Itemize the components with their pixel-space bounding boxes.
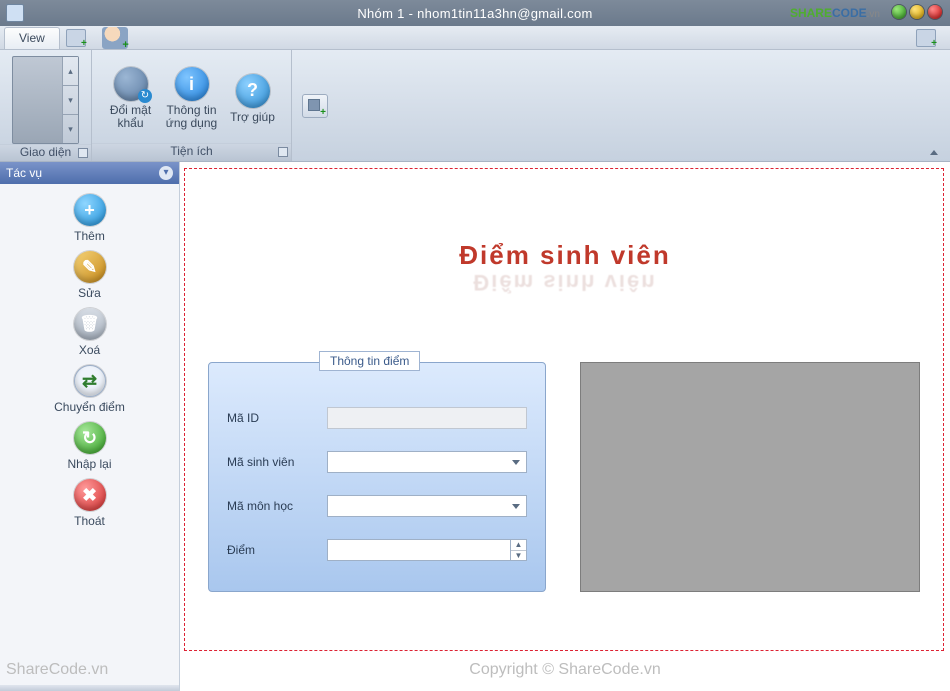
- score-spinner[interactable]: ▲ ▼: [327, 539, 527, 561]
- ribbon-group-interface-label: Giao diện: [0, 144, 91, 161]
- window-controls: [892, 5, 942, 19]
- style-gallery-spinner[interactable]: ▴ ▾ ▾: [62, 57, 78, 143]
- ribbon-group-utilities-label: Tiện ích: [92, 143, 291, 161]
- task-panel: Tác vụ ▾ + Thêm Sửa Xoá Chuyển điểm N: [0, 162, 180, 691]
- task-edit[interactable]: Sửa: [0, 251, 179, 300]
- main-area: Tác vụ ▾ + Thêm Sửa Xoá Chuyển điểm N: [0, 162, 950, 691]
- content-area: Điểm sinh viên Điểm sinh viên Thông tin …: [180, 162, 950, 691]
- task-edit-label: Sửa: [0, 286, 179, 300]
- watermark-part-a: SHARE: [790, 6, 832, 20]
- change-password-label-2: khẩu: [117, 116, 143, 130]
- task-add[interactable]: + Thêm: [0, 194, 179, 243]
- task-add-label: Thêm: [0, 229, 179, 243]
- task-panel-collapse-icon[interactable]: ▾: [159, 166, 173, 180]
- transfer-icon: [74, 365, 106, 397]
- add-user-avatar-icon[interactable]: [102, 27, 128, 49]
- change-password-button[interactable]: ↻ Đổi mậtkhẩu: [100, 67, 161, 130]
- row-score: Điểm ▲ ▼: [227, 539, 527, 561]
- app-info-label-1: Thông tin: [166, 103, 216, 117]
- subject-code-label: Mã môn học: [227, 499, 327, 513]
- page-heading-reflection: Điểm sinh viên: [459, 269, 671, 295]
- change-password-label-1: Đổi mật: [110, 103, 151, 117]
- spinner-down-icon[interactable]: ▼: [511, 551, 526, 561]
- tab-view[interactable]: View: [4, 27, 60, 49]
- ribbon-tab-strip: View: [0, 26, 950, 50]
- page-heading: Điểm sinh viên Điểm sinh viên: [459, 240, 671, 295]
- task-reload[interactable]: Nhập lại: [0, 422, 179, 471]
- app-icon: [6, 4, 24, 22]
- student-code-label: Mã sinh viên: [227, 455, 327, 469]
- task-panel-header[interactable]: Tác vụ ▾: [0, 162, 179, 184]
- task-delete[interactable]: Xoá: [0, 308, 179, 357]
- ribbon: ▴ ▾ ▾ Giao diện ↻ Đổi mậtkhẩu i Thông ti…: [0, 50, 950, 162]
- ribbon-add-group-button[interactable]: [302, 94, 328, 118]
- watermark-part-b: CODE: [832, 6, 867, 20]
- app-info-label-2: ứng dụng: [166, 116, 217, 130]
- window-minimize-button[interactable]: [892, 5, 906, 19]
- ribbon-group-utilities: ↻ Đổi mậtkhẩu i Thông tinứng dụng ? Trợ …: [92, 50, 292, 161]
- window-close-button[interactable]: [928, 5, 942, 19]
- subject-code-combo[interactable]: [327, 495, 527, 517]
- page-heading-text: Điểm sinh viên: [459, 240, 671, 271]
- score-spinner-buttons: ▲ ▼: [510, 540, 526, 560]
- help-icon: ?: [236, 74, 270, 108]
- help-button[interactable]: ? Trợ giúp: [222, 74, 283, 124]
- reload-icon: [74, 422, 106, 454]
- score-info-legend: Thông tin điểm: [319, 351, 420, 371]
- task-transfer-label: Chuyển điểm: [0, 400, 179, 414]
- copyright-text: Copyright © ShareCode.vn: [469, 661, 660, 679]
- group-interface-text: Giao diện: [20, 145, 71, 159]
- group-utilities-text: Tiện ích: [170, 144, 212, 158]
- plus-icon: +: [74, 194, 106, 226]
- window-title: Nhóm 1 - nhom1tin11a3hn@gmail.com: [357, 6, 592, 21]
- close-icon: [74, 479, 106, 511]
- app-info-button[interactable]: i Thông tinứng dụng: [161, 67, 222, 130]
- gallery-down-icon[interactable]: ▾: [63, 86, 78, 115]
- task-reload-label: Nhập lại: [0, 457, 179, 471]
- panel-watermark: ShareCode.vn: [0, 661, 179, 679]
- help-label: Trợ giúp: [222, 111, 283, 124]
- group-interface-launcher[interactable]: [78, 148, 88, 158]
- task-delete-label: Xoá: [0, 343, 179, 357]
- watermark-tld: .vn: [867, 9, 880, 20]
- task-panel-items: + Thêm Sửa Xoá Chuyển điểm Nhập lại T: [0, 184, 179, 661]
- task-exit[interactable]: Thoát: [0, 479, 179, 528]
- id-input[interactable]: [327, 407, 527, 429]
- info-icon: i: [175, 67, 209, 101]
- task-panel-splitter[interactable]: [0, 685, 179, 691]
- quick-access-add-icon[interactable]: [66, 29, 86, 47]
- row-id: Mã ID: [227, 407, 527, 429]
- spinner-up-icon[interactable]: ▲: [511, 540, 526, 551]
- trash-icon: [74, 308, 106, 340]
- title-bar: Nhóm 1 - nhom1tin11a3hn@gmail.com SHAREC…: [0, 0, 950, 26]
- style-gallery[interactable]: ▴ ▾ ▾: [12, 56, 79, 144]
- sharecode-watermark-logo: SHARECODE.vn: [790, 4, 880, 20]
- gallery-up-icon[interactable]: ▴: [63, 57, 78, 86]
- pencil-icon: [74, 251, 106, 283]
- id-label: Mã ID: [227, 411, 327, 425]
- row-student: Mã sinh viên: [227, 451, 527, 473]
- task-panel-title: Tác vụ: [6, 166, 42, 180]
- score-info-groupbox: Thông tin điểm Mã ID Mã sinh viên Mã môn…: [208, 362, 546, 592]
- task-transfer-score[interactable]: Chuyển điểm: [0, 365, 179, 414]
- refresh-badge-icon: ↻: [138, 89, 152, 103]
- task-exit-label: Thoát: [0, 514, 179, 528]
- score-label: Điểm: [227, 543, 327, 557]
- gallery-more-icon[interactable]: ▾: [63, 115, 78, 143]
- window-maximize-button[interactable]: [910, 5, 924, 19]
- quick-access-right-icon[interactable]: [916, 29, 936, 47]
- data-grid-placeholder[interactable]: [580, 362, 920, 592]
- ribbon-group-interface: ▴ ▾ ▾ Giao diện: [0, 50, 92, 161]
- ribbon-collapse-icon[interactable]: [930, 150, 938, 155]
- student-code-combo[interactable]: [327, 451, 527, 473]
- row-subject: Mã môn học: [227, 495, 527, 517]
- group-utilities-launcher[interactable]: [278, 147, 288, 157]
